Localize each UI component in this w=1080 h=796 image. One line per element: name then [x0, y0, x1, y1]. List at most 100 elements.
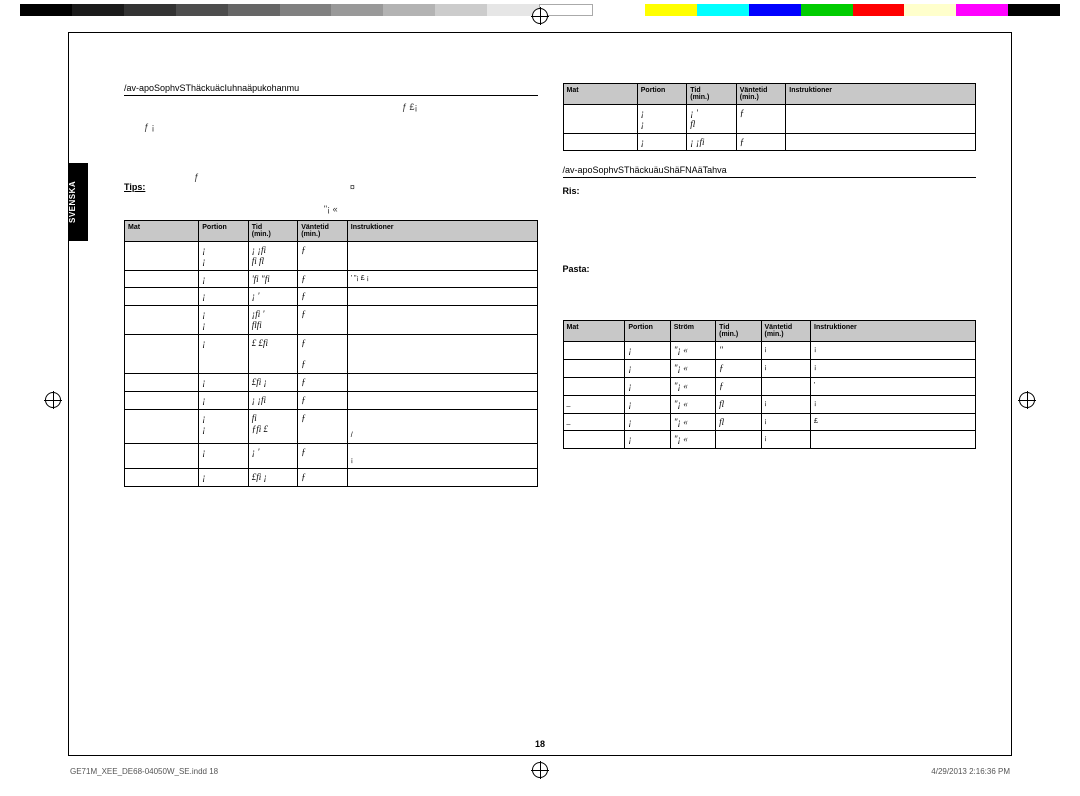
- table-header: Tid (min.): [687, 84, 737, 105]
- table-cell: ¡ ¡: [199, 409, 249, 443]
- table-row: ¡ ¡¡ ' flƒ: [563, 105, 976, 134]
- garble-text: "¡ «: [124, 204, 538, 214]
- table-cell: ¡ ': [248, 288, 298, 306]
- table-cell: ¡: [761, 360, 811, 378]
- table-cell: [125, 469, 199, 487]
- page-frame: SVENSKA /av-apoSophvSThäckuäcIuhnaäpukoh…: [68, 32, 1012, 756]
- table-row: ¡¡ ¡fiƒ: [125, 391, 538, 409]
- table-cell: ƒ ƒ: [298, 334, 348, 373]
- table-header: Mat: [125, 221, 199, 242]
- table-cell: [811, 431, 976, 449]
- table-cell: ¡: [199, 444, 249, 469]
- table-row: _¡"¡ « fl¡¡: [563, 395, 976, 413]
- table-header: Mat: [563, 321, 625, 342]
- table-header: Ström: [670, 321, 715, 342]
- table-cell: £fi ¡: [248, 374, 298, 392]
- table-cell: "¡ «: [670, 413, 715, 431]
- ris-heading: Ris:: [563, 186, 977, 196]
- table-row: ¡ ¡¡ ¡fi fi flƒ: [125, 242, 538, 271]
- table-cell: [347, 242, 537, 271]
- table-cell: ¡: [625, 395, 670, 413]
- table-header: Väntetid (min.): [298, 221, 348, 242]
- table-row: ¡¡ 'ƒ ¡: [125, 444, 538, 469]
- garble-text: ƒ ¡: [124, 122, 538, 132]
- table-row: ¡¡ 'ƒ: [125, 288, 538, 306]
- table-cell: [761, 377, 811, 395]
- table-header: Instruktioner: [811, 321, 976, 342]
- table-cell: £ £fi: [248, 334, 298, 373]
- table-cell: ¡: [811, 342, 976, 360]
- table-cell: ¡: [625, 377, 670, 395]
- table-cell: ¡: [761, 395, 811, 413]
- registration-mark-icon: [1019, 392, 1035, 408]
- table-cell: [347, 374, 537, 392]
- table-header: Portion: [199, 221, 249, 242]
- cooking-table-left: MatPortionTid (min.)Väntetid (min.)Instr…: [124, 220, 538, 487]
- table-cell: "¡ «: [670, 395, 715, 413]
- table-header: Tid (min.): [716, 321, 761, 342]
- table-cell: ƒ: [298, 469, 348, 487]
- table-cell: fl: [716, 413, 761, 431]
- table-cell: ": [716, 342, 761, 360]
- table-cell: ƒ: [298, 391, 348, 409]
- cooking-table-right-bottom: MatPortionStrömTid (min.)Väntetid (min.)…: [563, 320, 977, 449]
- table-cell: ¡ ': [248, 444, 298, 469]
- table-cell: "¡ «: [670, 431, 715, 449]
- table-cell: ƒ: [298, 444, 348, 469]
- footer-timestamp: 4/29/2013 2:16:36 PM: [931, 767, 1010, 776]
- registration-mark-icon: [45, 392, 61, 408]
- table-cell: _: [563, 413, 625, 431]
- table-cell: ¡fi ' flfi: [248, 306, 298, 335]
- table-cell: ƒ: [298, 270, 348, 288]
- table-cell: "¡ «: [670, 377, 715, 395]
- table-cell: ' "¡ £ ¡: [347, 270, 537, 288]
- table-cell: [125, 288, 199, 306]
- garble-text: ƒ: [124, 172, 538, 182]
- table-cell: ƒ: [298, 242, 348, 271]
- table-cell: £fi ¡: [248, 469, 298, 487]
- table-header: Instruktioner: [786, 84, 976, 105]
- table-row: ¡"¡ «ƒ ': [563, 377, 976, 395]
- table-cell: ƒ: [736, 133, 786, 151]
- table-cell: _: [563, 395, 625, 413]
- table-cell: [563, 133, 637, 151]
- language-tab: SVENSKA: [68, 163, 88, 241]
- table-cell: [347, 306, 537, 335]
- table-header: Väntetid (min.): [736, 84, 786, 105]
- tips-heading: Tips:: [124, 182, 145, 192]
- table-cell: ¡ ¡: [199, 306, 249, 335]
- table-cell: ƒ: [716, 360, 761, 378]
- table-cell: [125, 334, 199, 373]
- table-cell: [347, 288, 537, 306]
- table-row: ¡"¡ « "¡¡: [563, 342, 976, 360]
- table-cell: fi ƒfi £: [248, 409, 298, 443]
- pasta-heading: Pasta:: [563, 264, 977, 274]
- table-row: ¡£fi ¡ƒ: [125, 469, 538, 487]
- table-header: Väntetid (min.): [761, 321, 811, 342]
- table-cell: ': [811, 377, 976, 395]
- table-cell: [716, 431, 761, 449]
- table-cell: ¡ ¡fi fi fl: [248, 242, 298, 271]
- table-cell: [347, 334, 537, 373]
- table-cell: [786, 105, 976, 134]
- table-cell: ¡: [625, 413, 670, 431]
- table-cell: ƒ: [716, 377, 761, 395]
- left-column: /av-apoSophvSThäckuäcIuhnaäpukohanmu ƒ £…: [99, 83, 553, 735]
- table-cell: ¡ ¡: [199, 242, 249, 271]
- table-cell: ¡: [199, 391, 249, 409]
- table-cell: [563, 105, 637, 134]
- table-cell: [125, 374, 199, 392]
- table-cell: ƒ: [298, 288, 348, 306]
- table-row: ¡£fi ¡ƒ: [125, 374, 538, 392]
- table-row: ¡ ¡fi ƒfi £ƒ /: [125, 409, 538, 443]
- table-cell: [347, 391, 537, 409]
- table-cell: [125, 409, 199, 443]
- table-header: Instruktioner: [347, 221, 537, 242]
- page-number: 18: [535, 739, 545, 749]
- table-cell: 'fi "fi: [248, 270, 298, 288]
- table-cell: ¡: [761, 431, 811, 449]
- registration-mark-icon: [532, 8, 548, 24]
- table-cell: ¡ ¡fi: [687, 133, 737, 151]
- table-cell: ¡: [199, 374, 249, 392]
- table-cell: ¡: [199, 288, 249, 306]
